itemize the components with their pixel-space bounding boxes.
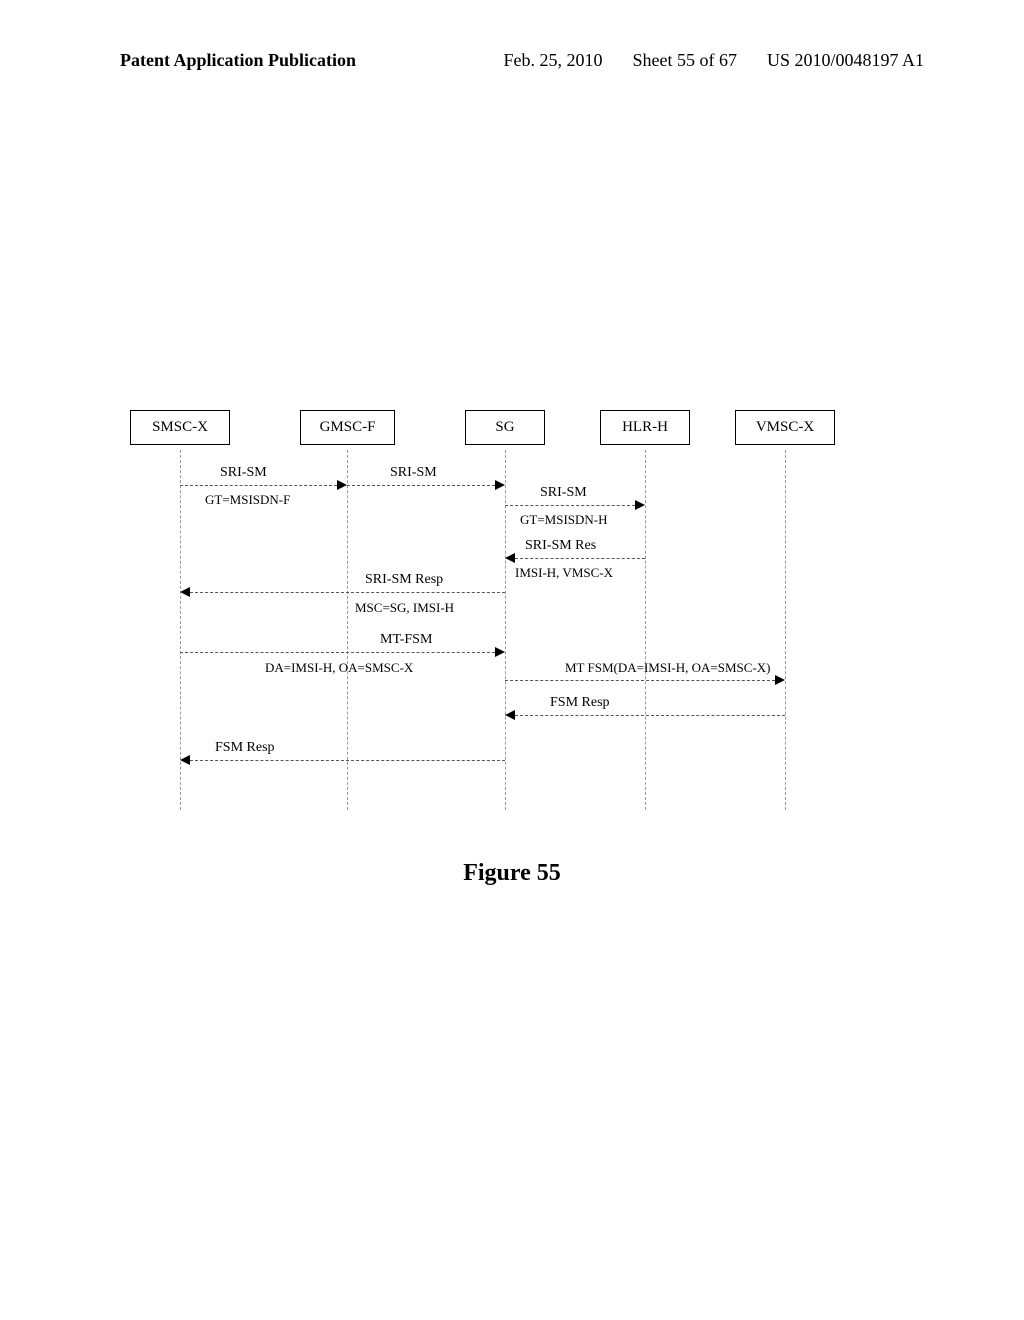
- arrow-head-6: [495, 647, 505, 657]
- header-right: Feb. 25, 2010 Sheet 55 of 67 US 2010/004…: [503, 50, 924, 71]
- page-header: Patent Application Publication Feb. 25, …: [0, 0, 1024, 71]
- arrow-head-2: [495, 480, 505, 490]
- msg-sri-sm-1: SRI-SM: [220, 465, 267, 481]
- lifeline-gmsc-f: [347, 450, 348, 810]
- msg-sri-sm-2: SRI-SM: [390, 465, 437, 481]
- participant-smsc-x: SMSC-X: [130, 410, 230, 445]
- msg-sri-sm-res-sub: IMSI-H, VMSC-X: [515, 565, 613, 581]
- arrow-head-8: [505, 710, 515, 720]
- lifeline-sg: [505, 450, 506, 810]
- arrow-head-4: [505, 553, 515, 563]
- arrow-4: [515, 558, 645, 559]
- participant-vmsc-x: VMSC-X: [735, 410, 835, 445]
- arrow-head-9: [180, 755, 190, 765]
- arrow-head-1: [337, 480, 347, 490]
- arrow-head-7: [775, 675, 785, 685]
- msg-sri-sm-resp-sub: MSC=SG, IMSI-H: [355, 600, 454, 616]
- arrow-6: [180, 652, 495, 653]
- msg-sri-sm-3-sub: GT=MSISDN-H: [520, 512, 608, 528]
- header-sheet: Sheet 55 of 67: [632, 50, 736, 71]
- msg-fsm-resp-1: FSM Resp: [550, 695, 610, 711]
- msg-sri-sm-3: SRI-SM: [540, 485, 587, 501]
- header-date: Feb. 25, 2010: [503, 50, 602, 71]
- arrow-3: [505, 505, 635, 506]
- participant-gmsc-f: GMSC-F: [300, 410, 395, 445]
- msg-sri-sm-res: SRI-SM Res: [525, 538, 596, 554]
- msg-fsm-resp-2: FSM Resp: [215, 740, 275, 756]
- participant-sg: SG: [465, 410, 545, 445]
- arrow-9: [190, 760, 505, 761]
- figure-caption: Figure 55: [0, 860, 1024, 887]
- lifeline-vmsc-x: [785, 450, 786, 810]
- msg-mt-fsm-2: MT FSM(DA=IMSI-H, OA=SMSC-X): [565, 660, 770, 676]
- header-pubno: US 2010/0048197 A1: [767, 50, 924, 71]
- msg-sri-sm-1-sub: GT=MSISDN-F: [205, 492, 290, 508]
- sequence-diagram: SMSC-X GMSC-F SG HLR-H VMSC-X SRI-SM GT=…: [130, 410, 900, 810]
- arrow-8: [515, 715, 785, 716]
- arrow-1: [180, 485, 337, 486]
- header-publication: Patent Application Publication: [120, 50, 356, 71]
- lifeline-hlr-h: [645, 450, 646, 810]
- arrow-head-5: [180, 587, 190, 597]
- msg-mt-fsm-sub: DA=IMSI-H, OA=SMSC-X: [265, 660, 413, 676]
- arrow-7: [505, 680, 775, 681]
- arrow-2: [347, 485, 495, 486]
- msg-sri-sm-resp: SRI-SM Resp: [365, 572, 443, 588]
- participant-hlr-h: HLR-H: [600, 410, 690, 445]
- arrow-head-3: [635, 500, 645, 510]
- arrow-5: [190, 592, 505, 593]
- msg-mt-fsm: MT-FSM: [380, 632, 432, 648]
